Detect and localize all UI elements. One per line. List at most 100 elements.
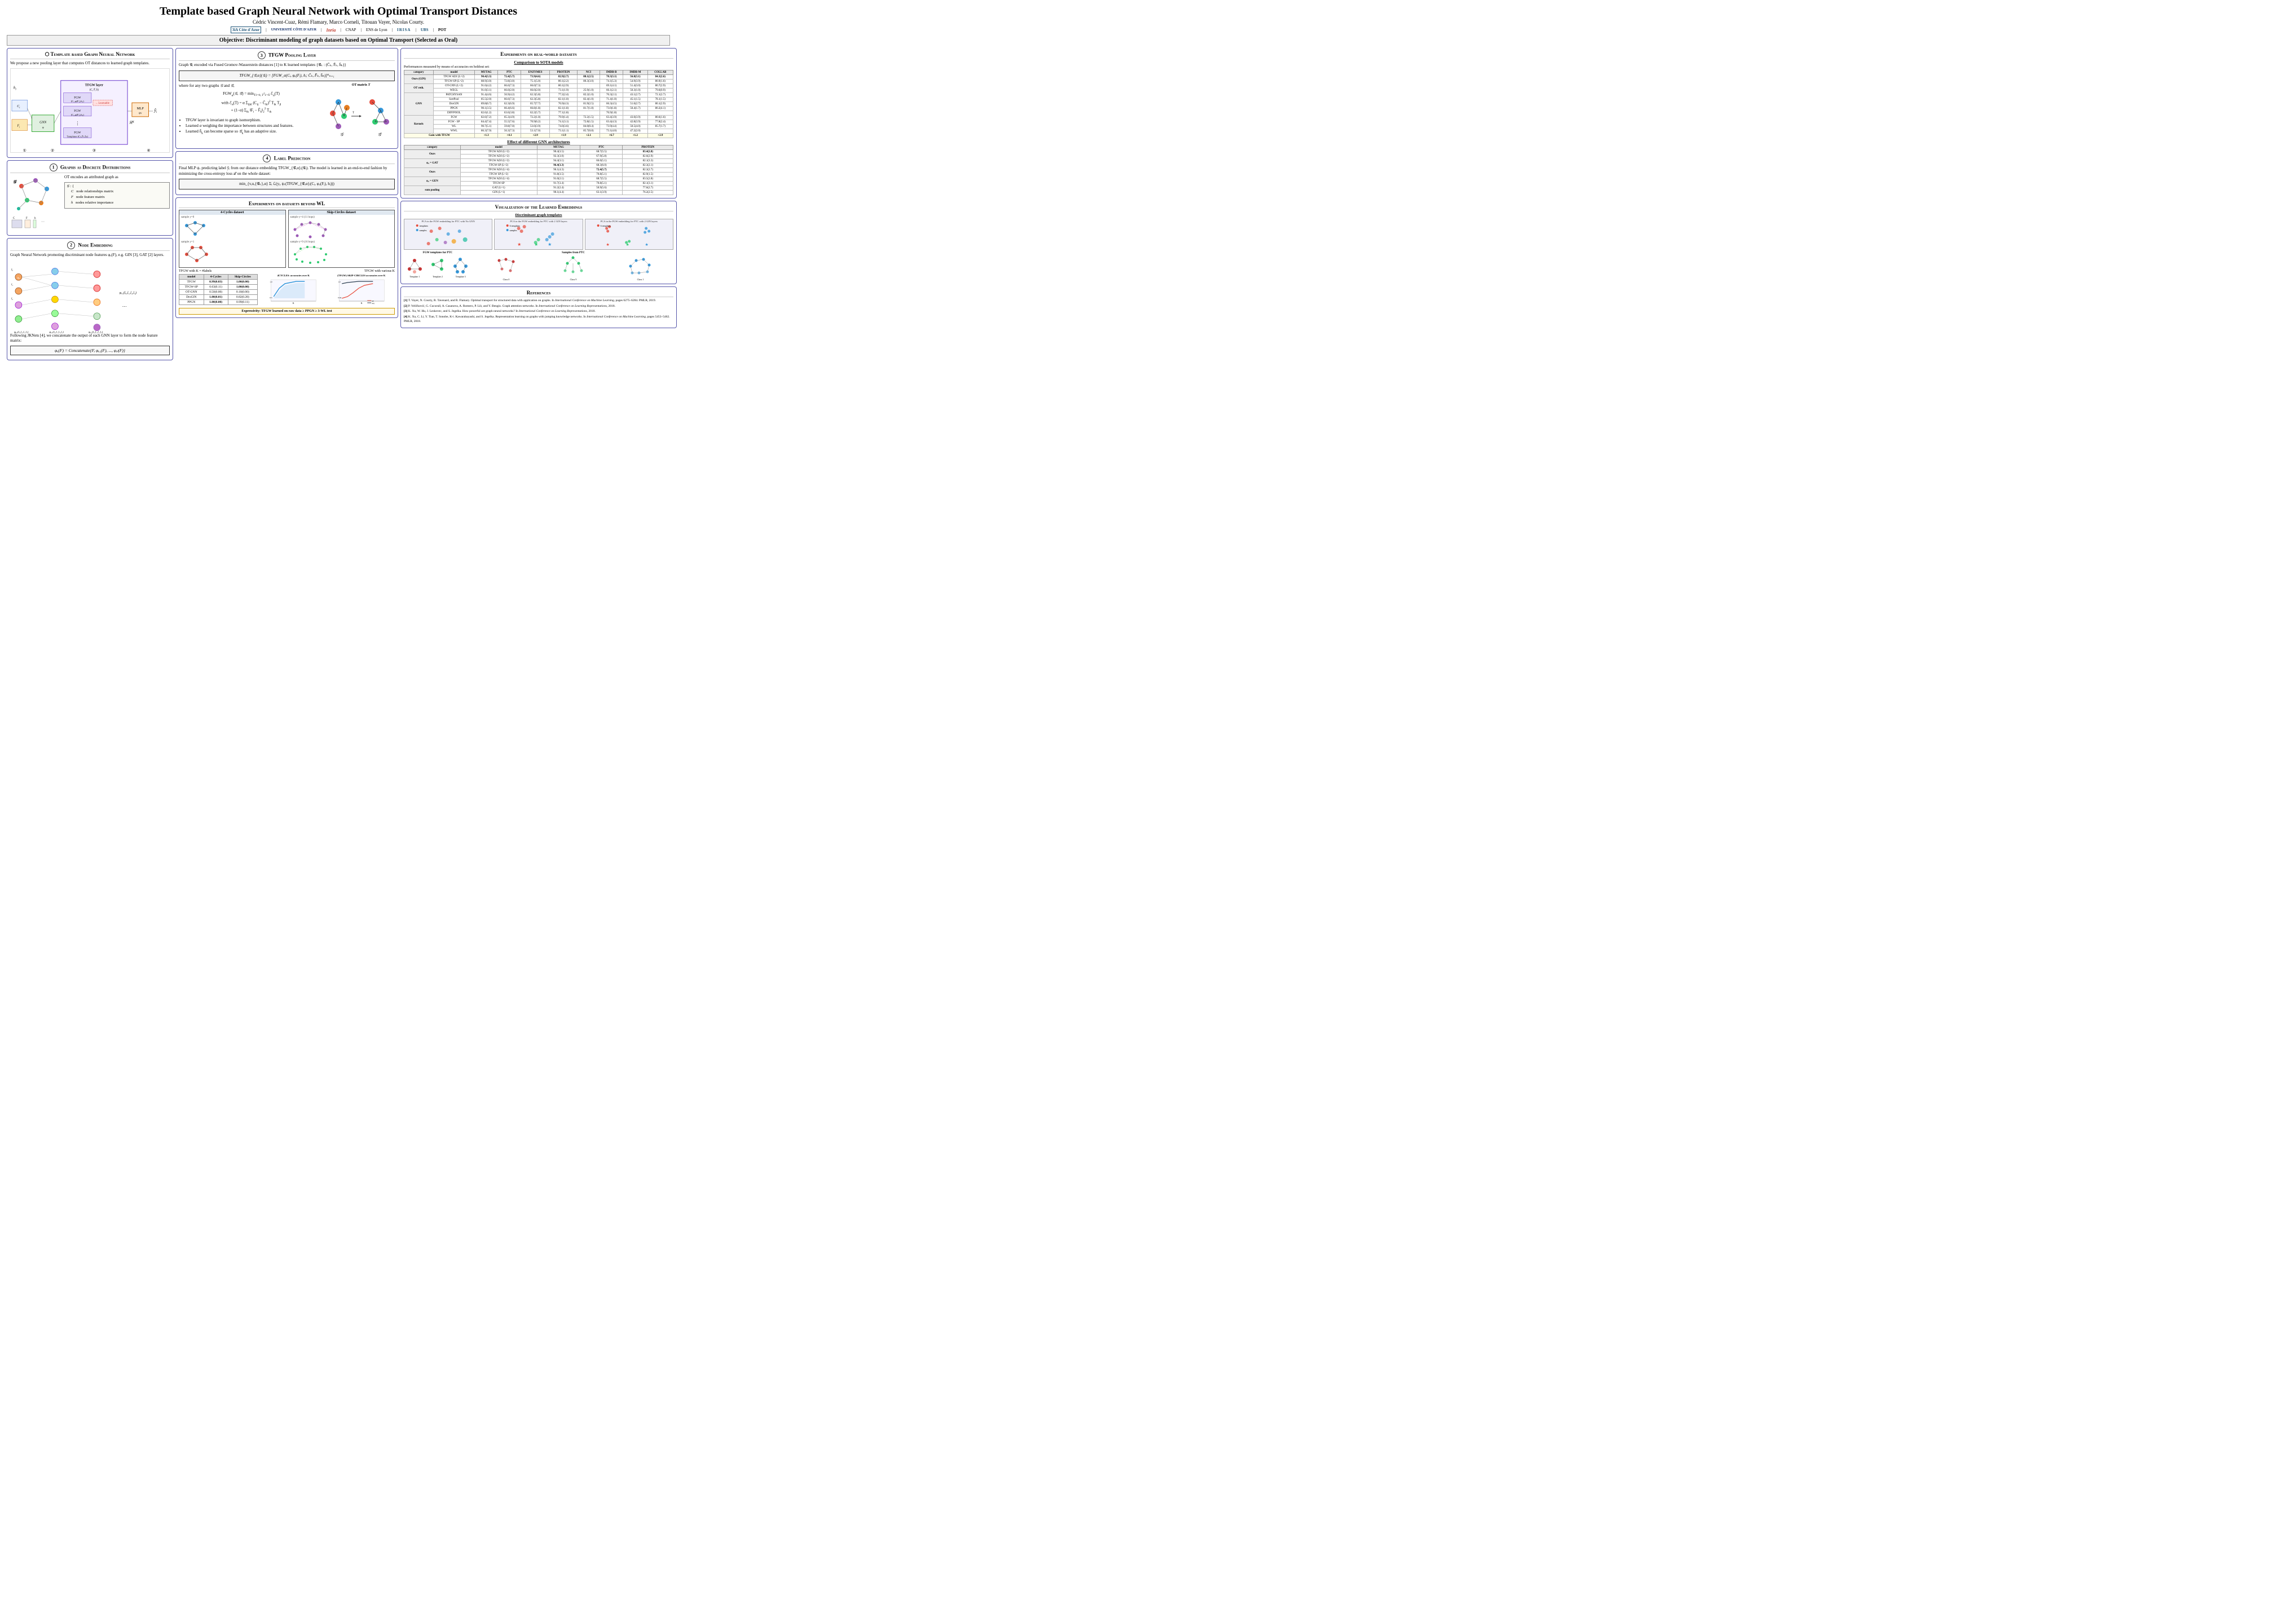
v-tfgw-adj-col: 84.3(2.6) [647,75,673,80]
ga-m8: TFGW-SP [460,182,537,186]
svg-text:samples: samples [510,229,517,232]
class9-label: Class 9 [540,278,606,281]
m-fgw: FGW [433,116,474,120]
ga-m2: TFGW ADJ (L=2) [460,155,537,159]
th-protein: PROTEIN [550,70,577,75]
ot-matrix-label: OT matrix T [327,83,395,87]
col-model: model [179,275,204,280]
svg-text:★: ★ [645,242,648,247]
ga-v6-m: 91.8(3.5) [537,173,580,177]
ref-2: [2] P. Veličković, G. Cucurull, A. Casan… [404,304,673,309]
v-tfgw-sp-enz: 75.1(5.0) [521,80,550,84]
ga-v3-m: 94.4(3.1) [537,159,580,164]
row-tfgw: TFGW 0.99(0.03) 1.00(0.00) [179,280,258,285]
row-wegl: WEGL 91.0(3.1) 66.0(2.0) 66.0(2.0) 73.1(… [404,89,673,93]
chart-skipcircles: (TFGW) SKIP-CIRCLES accuracies over K K [328,274,395,306]
svg-text:★: ★ [517,242,521,247]
v-wegl-enz: 66.0(2.0) [521,89,550,93]
v-wl-ptc: 59.8(7.0) [498,125,521,129]
m-wegl: WEGL [433,89,474,93]
svg-text:ŷi: ŷi [153,108,157,114]
svg-text:K: K [360,302,362,304]
tfgw-content: where for any two graphs 𝒢 and 𝒢̄, FGWα(… [179,83,395,145]
v-sp-pro: 82.1(1.0) [550,98,577,102]
main-results-table: category model MUTAG PTC ENZYMES PROTEIN… [404,70,673,138]
ga-v4-m: 96.4(3.3) [537,164,580,168]
v-wl-enz: 53.0(3.9) [521,125,550,129]
svg-text:Fi: Fi [16,124,20,128]
ref-1: [1] T. Vayer, N. Courty, R. Tavenard, an… [404,299,673,303]
ga-v10-p: 63.1(3.9) [580,191,623,195]
main-grid: ⬡ Template based Graph Neural Network We… [7,48,670,360]
cycle-svg-0 [181,220,215,240]
v-ps-col: 72.1(2.7) [647,93,673,98]
v-wegl-col: 79.6(0.9) [647,89,673,93]
discriminant-subtitle: Discriminant graph templates [404,213,673,217]
template-3: Template 3 [449,255,471,278]
svg-text:(C, F̄, h̄): (C, F̄, h̄) [90,88,99,91]
ga-row3: φᵤ = GAT TFGW ADJ (L=2) 94.4(3.1) 66.0(5… [404,159,673,164]
ga-v2-m: 92.3(3.0) [537,155,580,159]
exp-wl-title: Experiments on datasets beyond WL [179,201,395,208]
ref-3: [3] K. Xu, W. Hu, J. Leskovec, and S. Je… [404,310,673,314]
cell-drogin-name: DroGIN [179,295,204,300]
gain-label: Gain with TFGW [404,134,475,138]
gain-pro: +1.9 [550,134,577,138]
cycles-box: 4-Cycles dataset sample y=0 sa [179,210,286,268]
ga-row1: Ours TFGW ADJ (L=2) 90.4(3.5) 68.7(5.5) … [404,150,673,155]
tfgw-bullets: TFGW layer is invariant to graph isomorp… [179,118,324,135]
v-dp-col [647,111,673,116]
v-fgwsp-im: 42.8(3.9) [623,120,647,125]
ga-cat-gen: φᵤ = GEN [404,177,461,186]
v-tfgw-adj-im: 56.8(3.1) [623,75,647,80]
th-mutag2: MUTAG [537,145,580,150]
v-ppgn-col: 80.2(4.1) [647,107,673,111]
cat-gnn: GNN [404,93,434,116]
affil-cnap: CNAP [346,28,356,32]
t2-svg [428,255,447,275]
v-ppgn-nci: 81.7(1.8) [577,107,600,111]
v-dg-col: 80.1(2.9) [647,102,673,107]
svg-text:③: ③ [92,148,96,153]
ga-v10-m: 90.1(4.4) [537,191,580,195]
tfgw-k-labels: TFGW with K = #labels TFGW with various … [179,270,395,273]
graph-brace: { [72,184,74,188]
v-dp-pro: 77.1(1.8) [550,111,577,116]
ga-row7: φᵤ = GEN TFGW ADJ (L=4) 91.0(2.1) 68.7(5… [404,177,673,182]
gain-nci: +2.1 [577,134,600,138]
template-2: Template 2 [427,255,449,278]
m-patchysan: PATCHYSAN [433,93,474,98]
ga-v1-m: 90.4(3.5) [537,150,580,155]
expressivity-box: Expressivity: TFGW learned on raw data ≥… [179,308,395,315]
svg-text:K: K [293,302,294,304]
v-dp-enz: 62.2(5.7) [521,111,550,116]
row-gain: Gain with TFGW +1.3 +4.1 +2.9 +1.9 +2.1 … [404,134,673,138]
ga-m10: GIN (L=1) [460,191,537,195]
svg-text:①: ① [23,148,27,153]
row-wwl: WWL 86.3(7.9) 56.3(7.3) 53.1(7.0) 73.1(1… [404,129,673,134]
affil-inria: Inria [326,28,336,33]
svg-text:l₂: l₂ [11,298,13,301]
class-9: Class 9 [540,255,606,281]
row-patchysan: GNN PATCHYSAN 91.4(4.6) 56.9(4.2) 62.3(5… [404,93,673,98]
ga-cat2: Ours [404,168,461,177]
section-1-circle: 1 [50,164,58,171]
ga-v8-pr: 82.1(3.1) [623,182,673,186]
pca-svg-2: ★ ★ ★ 6 templates samples [495,220,582,249]
svg-text:6 templates: 6 templates [510,224,521,227]
pca-svg-3: ★ ★ ★ 6 templates [585,220,673,249]
header: Template based Graph Neural Network with… [7,5,670,46]
m-fgw-sp: FGW - SP [433,120,474,125]
v-fgwsp-enz: 70.9(6.2) [521,120,550,125]
ga-v5-p: 72.4(5.7) [580,168,623,173]
v-ps-pro: 77.2(2.4) [550,93,577,98]
th-cat2: category [404,145,461,150]
cell-tfgwsp-sc: 1.00(0.00) [228,285,257,290]
th-model: model [433,70,474,75]
tfgw-pooling-title: 3 TFGW Pooling Layer [179,51,395,61]
v-wwl-pro: 73.1(1.1) [550,129,577,134]
row-drogin: DroGIN 1.00(0.01) 0.82(0.28) [179,295,258,300]
ga-row5: Ours TFGW ADJ (L=4) 96.1(4.3) 72.4(5.7) … [404,168,673,173]
bullet-3: Learned h̄k can become sparse so 𝒢̄k has… [186,129,324,136]
m-tfgw-adj: TFGW ADJ (L=2) [433,75,474,80]
